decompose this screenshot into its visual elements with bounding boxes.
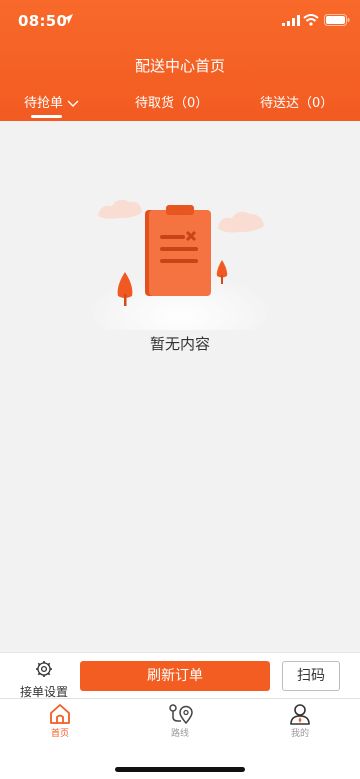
wifi-icon bbox=[303, 14, 319, 26]
tab-label: 待抢单 bbox=[24, 96, 64, 111]
order-settings-button[interactable]: 接单设置 bbox=[16, 656, 72, 699]
clipboard-empty-illustration bbox=[92, 199, 268, 330]
scan-button[interactable]: 扫码 bbox=[282, 661, 340, 691]
status-bar: 08:50 bbox=[0, 0, 360, 44]
app-header: 08:50 配送中心首页 待抢单 待取货（0） 待送达（0） bbox=[0, 0, 360, 121]
action-bar: 接单设置 刷新订单 扫码 bbox=[0, 652, 360, 699]
page-title: 配送中心首页 bbox=[134, 57, 225, 75]
empty-state-text: 暂无内容 bbox=[149, 335, 210, 353]
status-time: 08:50 bbox=[18, 12, 68, 30]
gear-icon bbox=[36, 661, 52, 677]
refresh-orders-button[interactable]: 刷新订单 bbox=[80, 661, 270, 691]
nav-item-home[interactable]: 首页 bbox=[30, 703, 90, 739]
tab-label: 待取货（0） bbox=[135, 96, 209, 111]
cellular-signal-icon bbox=[282, 15, 300, 26]
home-icon bbox=[50, 704, 70, 724]
nav-label-mine: 我的 bbox=[290, 729, 309, 739]
order-tabs: 待抢单 待取货（0） 待送达（0） bbox=[0, 92, 360, 121]
tab-label: 待送达（0） bbox=[260, 96, 334, 111]
nav-item-mine[interactable]: 我的 bbox=[270, 703, 330, 739]
tab-pending-grab[interactable]: 待抢单 bbox=[24, 92, 79, 111]
route-icon bbox=[169, 704, 193, 725]
chevron-down-icon bbox=[67, 100, 79, 107]
active-tab-indicator bbox=[31, 115, 62, 118]
nav-label-home: 首页 bbox=[50, 729, 69, 739]
home-indicator bbox=[115, 767, 245, 772]
battery-icon bbox=[324, 14, 350, 26]
tab-pending-delivery[interactable]: 待送达（0） bbox=[260, 92, 333, 111]
nav-label-route: 路线 bbox=[170, 729, 189, 739]
nav-item-route[interactable]: 路线 bbox=[150, 703, 210, 739]
location-arrow-icon bbox=[63, 14, 73, 24]
tab-pending-pickup[interactable]: 待取货（0） bbox=[135, 92, 208, 111]
user-icon bbox=[290, 704, 310, 725]
